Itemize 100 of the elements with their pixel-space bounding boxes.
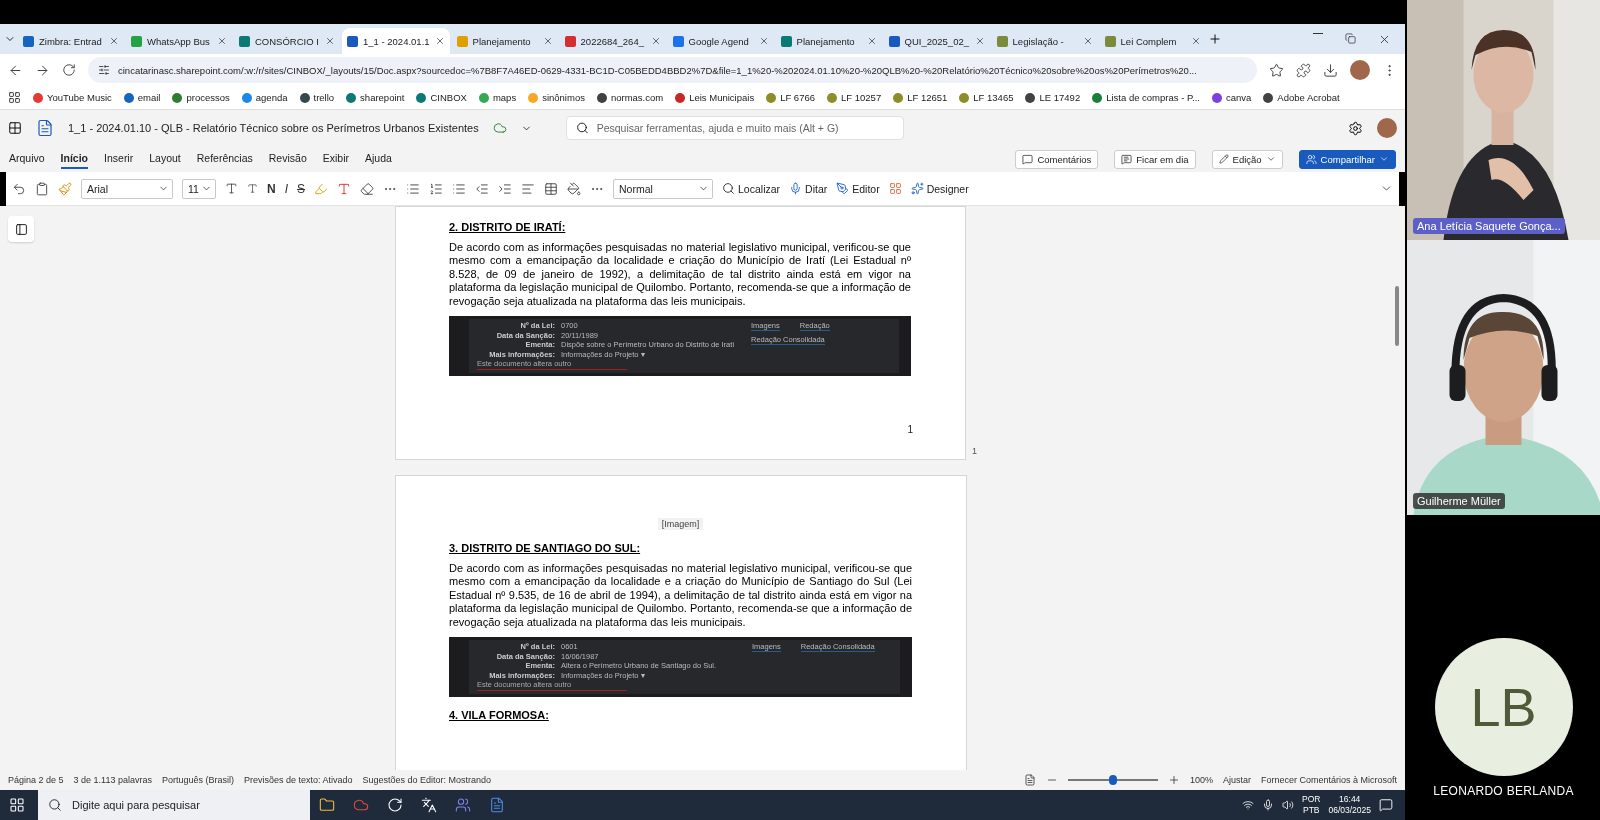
bookmark-link[interactable]: trello — [313, 92, 335, 103]
section-heading: 3. DISTRITO DE SANTIAGO DO SUL: — [449, 542, 641, 555]
share-button[interactable]: Compartilhar — [1298, 149, 1396, 169]
browser-tab[interactable]: Zimbra: Entrad — [18, 28, 124, 54]
microphone-icon — [1262, 799, 1275, 811]
bookmark-link[interactable]: sinônimos — [542, 92, 585, 103]
bookmark-link[interactable]: Lista de compras - P... — [1106, 92, 1200, 103]
browser-tab[interactable]: QUI_2025_02_ — [883, 28, 990, 54]
ribbon-tab[interactable]: Exibir — [322, 149, 349, 169]
bookmark-link[interactable]: LE 17492 — [1039, 92, 1081, 103]
browser-tab[interactable]: Legislação - — [991, 28, 1098, 54]
word-logo-icon — [36, 119, 54, 137]
catch-up-button[interactable]: Ficar em dia — [1114, 149, 1196, 169]
font-name-field[interactable]: Arial — [81, 178, 173, 199]
scrollbar-thumb[interactable] — [1395, 286, 1399, 346]
close-icon — [542, 36, 553, 46]
editing-mode-button[interactable]: Edição — [1211, 149, 1283, 169]
editor-button[interactable]: Editor — [836, 182, 880, 195]
paste-icon — [35, 181, 49, 196]
feedback-link[interactable]: Fornecer Comentários à Microsoft — [1260, 775, 1397, 785]
ribbon-tab[interactable]: Inserir — [104, 149, 134, 169]
browser-tab[interactable]: Planejamento — [775, 28, 882, 54]
bookmark-link[interactable]: Leis Municipais — [689, 92, 755, 103]
bookmark-link[interactable]: Adobe Acrobat — [1277, 92, 1340, 103]
folder-icon — [319, 797, 335, 813]
bookmark-link[interactable]: email — [137, 92, 161, 103]
profile-avatar[interactable] — [1377, 118, 1397, 138]
ribbon-tab[interactable]: Início — [60, 149, 89, 169]
browser-tab[interactable]: Planejamento — [451, 28, 558, 54]
search-icon — [722, 182, 736, 195]
browser-tab[interactable]: WhatsApp Bus — [126, 28, 232, 54]
style-field[interactable]: Normal — [613, 178, 714, 199]
fit-button[interactable]: Ajustar — [1222, 775, 1251, 785]
ribbon-tab[interactable]: Layout — [149, 149, 181, 169]
close-icon — [974, 36, 985, 46]
bookmark-link[interactable]: agenda — [255, 92, 288, 103]
taskbar-search-field[interactable]: Digite aqui para pesquisar — [38, 790, 310, 820]
zoom-in-icon — [1167, 774, 1180, 786]
site-settings-icon — [98, 64, 110, 76]
close-icon — [758, 36, 769, 46]
address-bar[interactable]: cincatarinasc.sharepoint.com/:w:/r/sites/CINBOX/_layouts/15/Doc.aspx?sourcedoc=%7B8F7A46ED-0629-4331-BC1D-C05BEDD4BBD2%7D&file=1_1%20-%202024.01.10%20-%20QLB%20-%20Relatório%20Técnico%20sobre%20os%20Perímetros%20... — [88, 57, 1257, 83]
search-icon — [575, 121, 589, 135]
zoom-thumb[interactable] — [1108, 775, 1117, 785]
participant-name: LEONARDO BERLANDA — [1433, 784, 1574, 798]
ribbon-tab[interactable]: Revisão — [268, 149, 307, 169]
font-size-field[interactable]: 11 — [182, 178, 216, 199]
language-indicator[interactable]: PTB — [1302, 805, 1320, 816]
catch-up-icon — [1121, 153, 1133, 165]
windows-start-icon — [9, 797, 25, 813]
bookmark-link[interactable]: LF 12651 — [907, 92, 948, 103]
pencil-icon — [1218, 154, 1229, 164]
comments-button[interactable]: Comentários — [1015, 149, 1099, 169]
ribbon-tab[interactable]: Arquivo — [9, 149, 45, 169]
bookmark-link[interactable]: canva — [1226, 92, 1252, 103]
image-placeholder-label: [Imagem] — [657, 518, 704, 531]
bookmark-link[interactable]: processos — [186, 92, 230, 103]
bookmark-link[interactable]: CINBOX — [430, 92, 467, 103]
browser-tab[interactable]: 1_1 - 2024.01.1 — [342, 28, 450, 54]
back-icon — [8, 62, 23, 78]
format-painter-icon — [58, 181, 72, 196]
find-button[interactable]: Localizar — [722, 182, 781, 195]
bookmark-link[interactable]: normas.com — [610, 92, 664, 103]
browser-tab[interactable]: 2022684_264_ — [559, 28, 666, 54]
search-field[interactable]: Pesquisar ferramentas, ajuda e muito mais (Alt + G) — [565, 116, 904, 140]
highlight-icon — [314, 181, 329, 196]
bookmark-link[interactable]: LF 6766 — [780, 92, 815, 103]
status-text: Sugestões do Editor: Mostrando — [362, 775, 492, 785]
comment-icon — [1022, 153, 1034, 165]
ribbon-tab[interactable]: Ajuda — [365, 149, 392, 169]
navigation-pane-button[interactable] — [8, 216, 34, 242]
bookmark-link[interactable]: LF 13465 — [973, 92, 1014, 103]
browser-tab[interactable]: Google Agend — [667, 28, 774, 54]
designer-icon — [910, 182, 924, 195]
bookmark-link[interactable]: sharepoint — [360, 92, 405, 103]
close-icon — [1082, 36, 1093, 46]
borders-icon — [544, 181, 559, 196]
format-button[interactable]: N — [267, 181, 276, 196]
language-indicator[interactable]: POR — [1302, 794, 1321, 805]
close-icon — [434, 36, 445, 46]
teams-icon — [455, 797, 471, 813]
extensions-icon — [1296, 62, 1311, 78]
dictate-button[interactable]: Ditar — [789, 182, 828, 195]
browser-tab[interactable]: Lei Complem — [1099, 28, 1206, 54]
minimize-icon[interactable] — [1313, 32, 1323, 34]
designer-button[interactable]: Designer — [910, 182, 969, 195]
bookmark-link[interactable]: maps — [492, 92, 517, 103]
ribbon-tab[interactable]: Referências — [196, 149, 253, 169]
format-button[interactable]: S — [297, 181, 306, 196]
reload-icon — [62, 63, 76, 77]
browser-tab[interactable]: CONSÓRCIO I — [234, 28, 340, 54]
page-number: 1 — [907, 424, 913, 436]
profile-avatar[interactable] — [1350, 60, 1370, 80]
panel-icon — [14, 222, 28, 236]
bookmark-link[interactable]: YouTube Music — [47, 92, 112, 103]
close-icon — [866, 36, 877, 46]
document-title: 1_1 - 2024.01.10 - QLB - Relatório Técnico sobre os Perímetros Urbanos Existentes — [68, 122, 479, 134]
close-icon — [109, 36, 119, 46]
bookmark-link[interactable]: LF 10257 — [841, 92, 882, 103]
page-marker: 1 — [972, 446, 977, 459]
format-button[interactable]: I — [284, 181, 288, 196]
